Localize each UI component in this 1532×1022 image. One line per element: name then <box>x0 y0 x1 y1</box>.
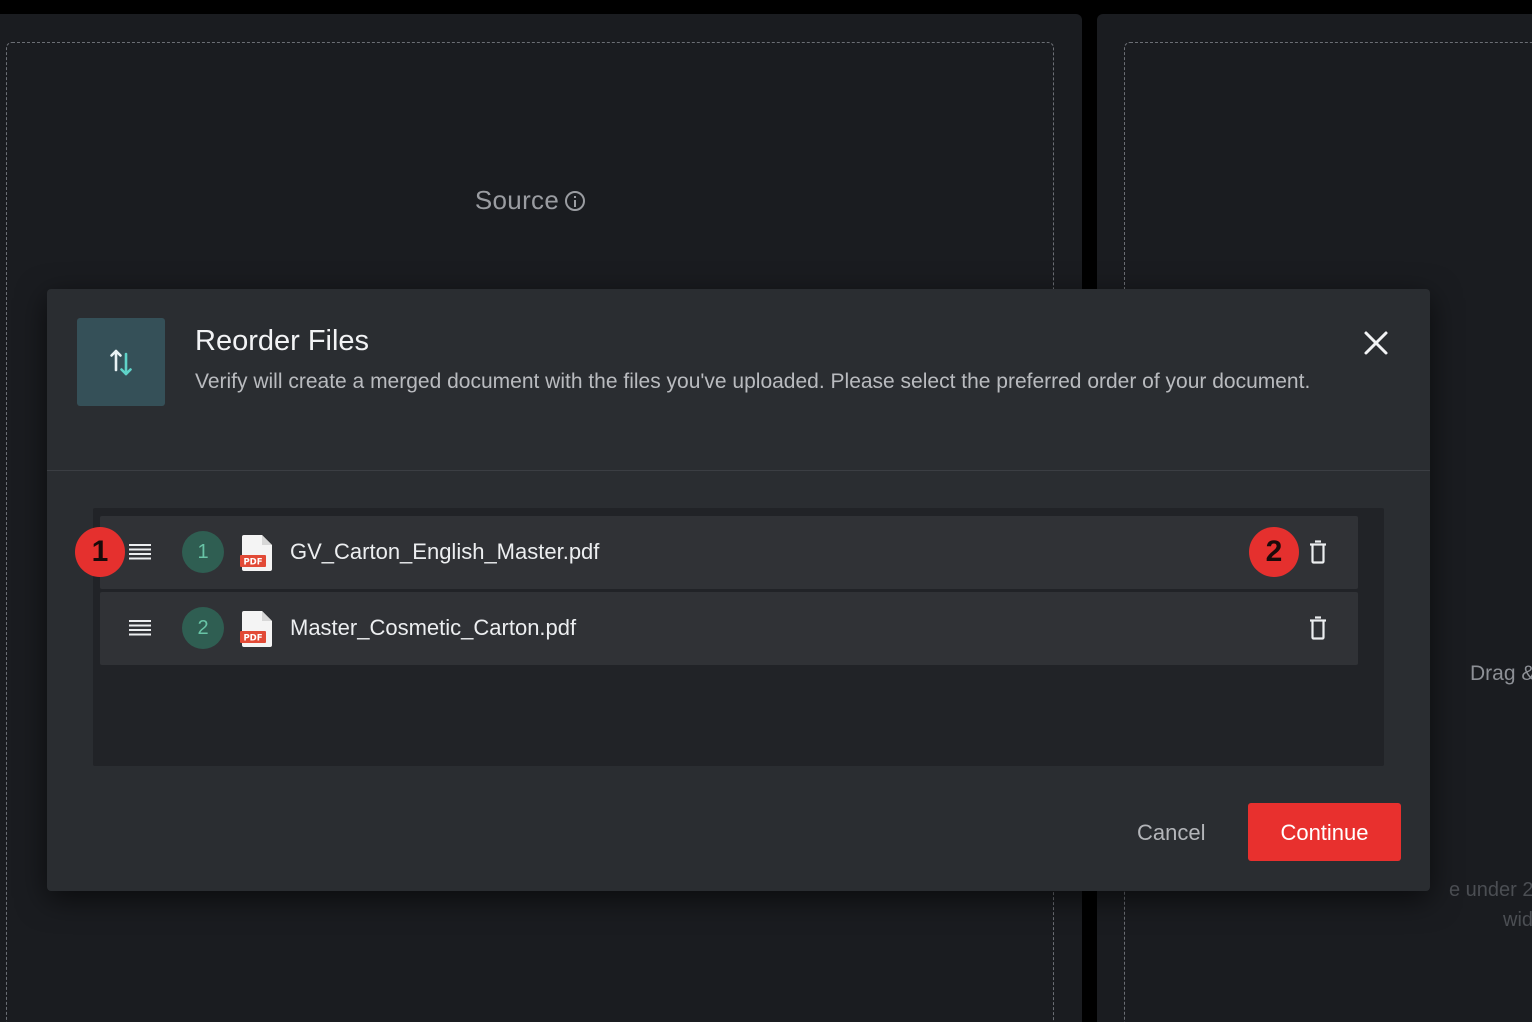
order-badge: 2 <box>182 607 224 649</box>
modal-divider <box>47 470 1430 471</box>
modal-description: Verify will create a merged document wit… <box>195 370 1311 393</box>
file-list: 1 1 PDF GV_Carton_English_Master.pdf 2 2… <box>75 508 1384 766</box>
close-icon <box>1364 331 1388 355</box>
reorder-files-modal: Reorder Files Verify will create a merge… <box>47 289 1430 891</box>
trash-icon[interactable] <box>1309 616 1327 640</box>
file-row[interactable]: 2 PDF Master_Cosmetic_Carton.pdf <box>100 592 1358 665</box>
reorder-arrows-icon <box>110 349 132 376</box>
info-icon[interactable] <box>565 191 586 211</box>
width-hint-text: width <box>1503 909 1532 931</box>
pdf-file-icon: PDF <box>240 534 274 572</box>
source-title: Source <box>7 185 1053 216</box>
pdf-file-icon: PDF <box>240 610 274 648</box>
step-marker: 1 <box>75 527 125 577</box>
trash-icon[interactable] <box>1309 540 1327 564</box>
file-name: Master_Cosmetic_Carton.pdf <box>290 615 577 640</box>
page: Source Drag & d e under 2 width <box>0 0 1532 1022</box>
step-marker: 2 <box>1249 527 1299 577</box>
drag-handle-icon[interactable] <box>129 544 151 560</box>
size-hint-text: e under 2 <box>1449 879 1532 901</box>
continue-button[interactable]: Continue <box>1248 803 1401 861</box>
pdf-type-label: PDF <box>243 558 262 568</box>
pdf-type-label: PDF <box>243 634 262 644</box>
modal-title: Reorder Files <box>195 325 370 357</box>
file-row[interactable]: 1 1 PDF GV_Carton_English_Master.pdf 2 <box>75 516 1358 589</box>
file-name: GV_Carton_English_Master.pdf <box>290 539 600 564</box>
cancel-button[interactable]: Cancel <box>1117 803 1225 863</box>
order-badge: 1 <box>182 531 224 573</box>
reorder-icon-box <box>77 318 165 406</box>
drag-handle-icon[interactable] <box>129 620 151 636</box>
source-title-label: Source <box>474 185 560 215</box>
close-button[interactable] <box>1362 329 1390 357</box>
drag-drop-text: Drag & d <box>1470 662 1532 685</box>
